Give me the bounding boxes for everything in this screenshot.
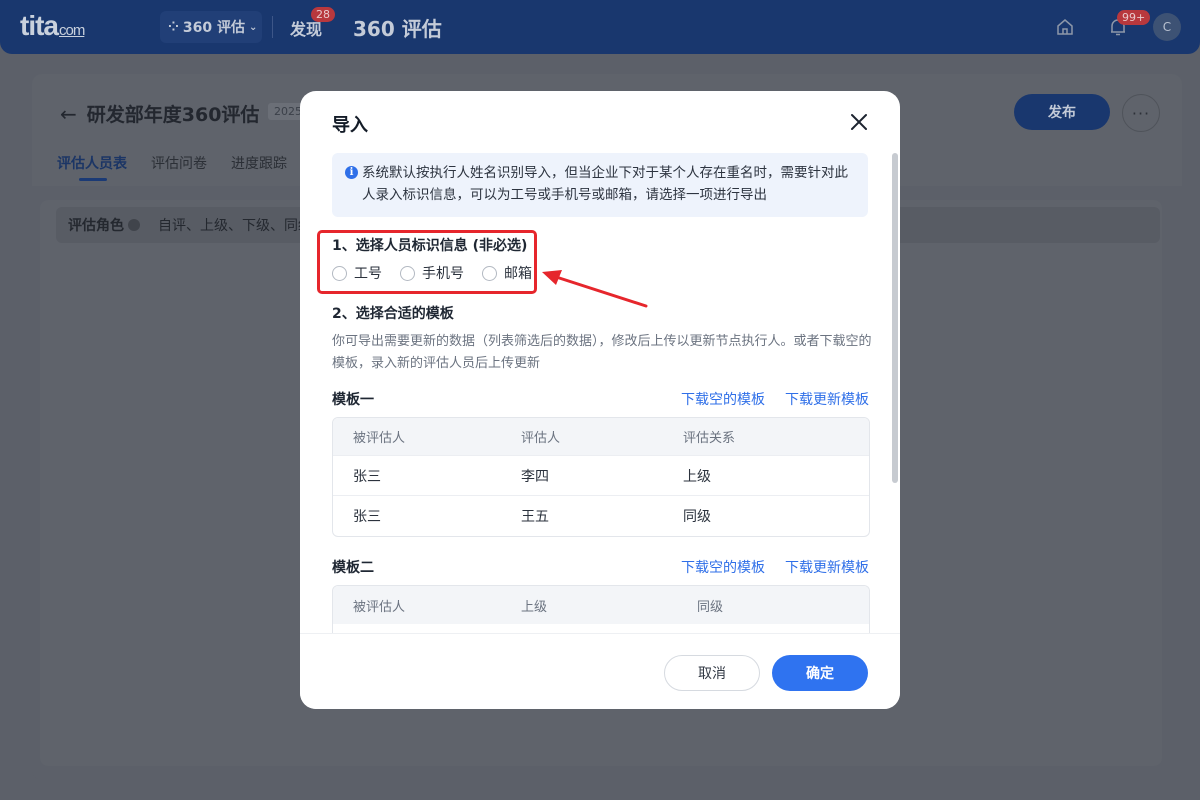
table-header-cell: 同级 bbox=[697, 599, 724, 615]
table-row: 张三 王五 同级 bbox=[333, 496, 869, 536]
scrollbar[interactable] bbox=[892, 153, 898, 483]
table-cell: 同级 bbox=[683, 509, 711, 525]
table-cell: 上级 bbox=[683, 468, 711, 485]
info-text: 系统默认按执行人姓名识别导入，但当企业下对于某个人存在重名时，需要针对此人录入标… bbox=[362, 165, 848, 203]
divider bbox=[272, 16, 273, 38]
back-arrow-icon[interactable]: ← bbox=[60, 102, 77, 126]
info-notice: i 系统默认按执行人姓名识别导入，但当企业下对于某个人存在重名时，需要针对此人录… bbox=[332, 153, 868, 217]
radio-circle[interactable] bbox=[400, 265, 415, 281]
table-cell: 张三 bbox=[353, 509, 381, 525]
table-row: 张三 李四 上级 bbox=[333, 456, 869, 496]
template2-table: 被评估人 上级 同级 bbox=[332, 585, 870, 633]
cancel-button[interactable]: 取消 bbox=[664, 655, 760, 691]
help-icon[interactable] bbox=[128, 219, 140, 231]
table-header-cell: 评估人 bbox=[521, 431, 561, 446]
table-header-cell: 被评估人 bbox=[353, 599, 406, 615]
table-header-cell: 上级 bbox=[521, 599, 548, 615]
template2-title: 模板二 bbox=[332, 560, 374, 576]
dialog-title: 导入 bbox=[332, 115, 368, 136]
home-icon[interactable] bbox=[1056, 18, 1074, 36]
tab-progress[interactable]: 进度跟踪 bbox=[231, 153, 287, 173]
tab-questionnaire[interactable]: 评估问卷 bbox=[151, 153, 207, 173]
radio-label: 工号 bbox=[354, 266, 382, 282]
template2-download-update-link[interactable]: 下载更新模板 bbox=[785, 557, 869, 577]
top-navigation-bar: titacom ⁘ 360 评估 ⌄ 发现 28 360 评估 99+ C bbox=[0, 0, 1200, 54]
section2-title: 2、选择合适的模板 bbox=[332, 306, 454, 322]
template1-table: 被评估人 评估人 评估关系 张三 李四 上级 张三 王五 同级 bbox=[332, 417, 870, 537]
role-values: 自评、上级、下级、同级 bbox=[158, 218, 312, 234]
page-title: ← 研发部年度360评估 bbox=[60, 100, 259, 127]
radio-circle[interactable] bbox=[332, 265, 347, 281]
template2-download-empty-link[interactable]: 下载空的模板 bbox=[681, 557, 765, 577]
dialog-footer: 取消 确定 bbox=[300, 633, 900, 709]
avatar[interactable]: C bbox=[1153, 13, 1181, 41]
radio-phone[interactable]: 手机号 bbox=[400, 263, 464, 283]
role-label: 评估角色 bbox=[68, 218, 124, 234]
page-tabs: 评估人员表 评估问卷 进度跟踪 bbox=[57, 153, 287, 181]
page-title-text: 研发部年度360评估 bbox=[86, 104, 260, 126]
tab-evaluators[interactable]: 评估人员表 bbox=[57, 153, 127, 181]
table-cell: 王五 bbox=[521, 509, 549, 525]
table-cell: 李四 bbox=[521, 468, 549, 485]
template1-download-update-link[interactable]: 下载更新模板 bbox=[785, 389, 869, 409]
confirm-button[interactable]: 确定 bbox=[772, 655, 868, 691]
table-cell: 张三 bbox=[353, 468, 381, 485]
table-header-row: 被评估人 评估人 评估关系 bbox=[333, 418, 869, 456]
logo-main: tita bbox=[20, 10, 59, 41]
section1-title: 1、选择人员标识信息 (非必选) bbox=[332, 238, 528, 254]
annotation-arrow-icon bbox=[542, 270, 648, 308]
nav-current-title: 360 评估 bbox=[353, 17, 442, 41]
chevron-down-icon: ⌄ bbox=[249, 21, 258, 33]
table-header-cell: 评估关系 bbox=[683, 431, 736, 446]
identifier-radio-group: 工号 手机号 邮箱 bbox=[332, 263, 532, 283]
tita-logo[interactable]: titacom bbox=[20, 10, 85, 42]
discover-badge: 28 bbox=[311, 7, 335, 22]
more-options-button[interactable]: ··· bbox=[1122, 94, 1160, 132]
radio-circle[interactable] bbox=[482, 265, 497, 281]
app-switcher-label: 360 评估 bbox=[182, 20, 246, 36]
radio-label: 手机号 bbox=[422, 266, 464, 282]
radio-employee-id[interactable]: 工号 bbox=[332, 263, 382, 283]
table-header-row: 被评估人 上级 同级 bbox=[333, 586, 869, 624]
notification-badge: 99+ bbox=[1117, 10, 1151, 25]
info-icon: i bbox=[345, 166, 358, 179]
table-header-cell: 被评估人 bbox=[353, 431, 406, 446]
app-switcher[interactable]: ⁘ 360 评估 ⌄ bbox=[160, 11, 262, 43]
import-dialog: 导入 i 系统默认按执行人姓名识别导入，但当企业下对于某个人存在重名时，需要针对… bbox=[300, 91, 900, 709]
publish-button[interactable]: 发布 bbox=[1014, 94, 1110, 130]
template1-download-empty-link[interactable]: 下载空的模板 bbox=[681, 389, 765, 409]
template1-title: 模板一 bbox=[332, 392, 374, 408]
grid-icon: ⁘ bbox=[168, 19, 179, 35]
radio-email[interactable]: 邮箱 bbox=[482, 263, 532, 283]
radio-label: 邮箱 bbox=[504, 266, 532, 282]
section2-description: 你可导出需要更新的数据（列表筛选后的数据），修改后上传以更新节点执行人。或者下载… bbox=[332, 334, 872, 371]
close-icon[interactable] bbox=[847, 110, 871, 134]
logo-sub: com bbox=[59, 22, 85, 39]
